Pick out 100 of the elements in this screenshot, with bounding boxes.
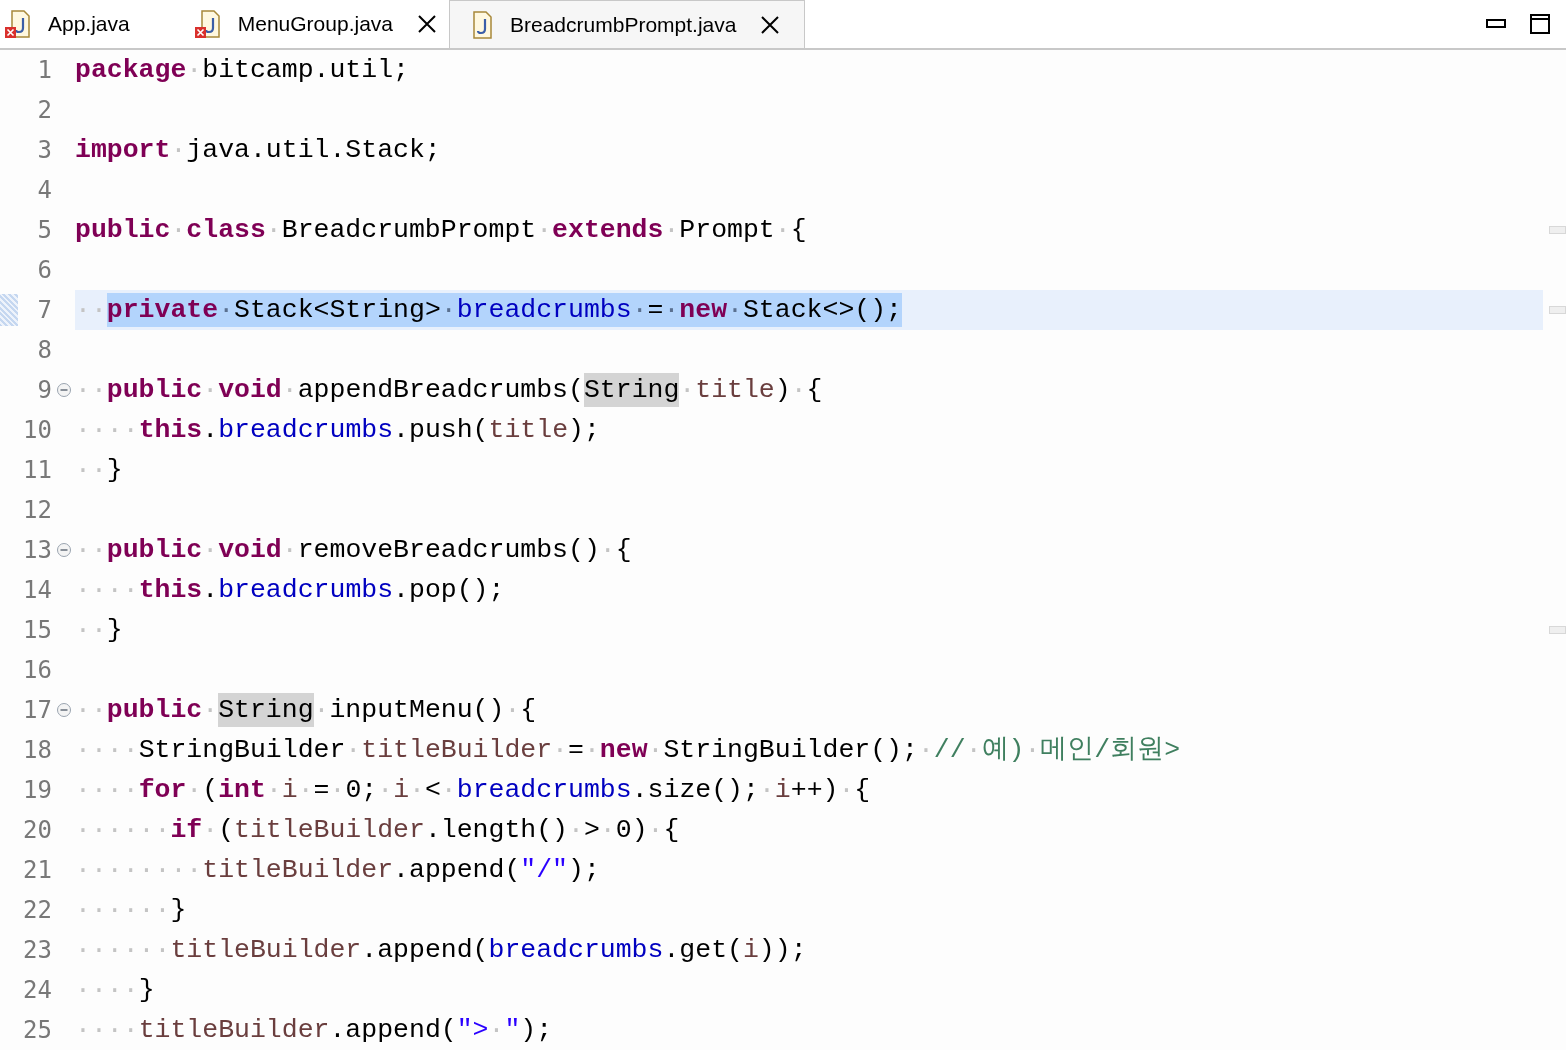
code-text: java.util.Stack; bbox=[186, 134, 441, 167]
keyword-text: public bbox=[106, 694, 203, 727]
keyword-text: import bbox=[75, 134, 171, 167]
field-name-text: breadcrumbs bbox=[218, 414, 394, 447]
line-number: 21 bbox=[23, 858, 52, 882]
line-number: 22 bbox=[23, 898, 52, 922]
string-literal-text: "> bbox=[456, 1014, 489, 1047]
variable-text: titleBuilder bbox=[202, 854, 394, 887]
line-number: 3 bbox=[37, 138, 52, 162]
close-icon[interactable] bbox=[760, 14, 781, 35]
code-text: ( bbox=[202, 774, 219, 807]
variable-text: titleBuilder bbox=[361, 734, 553, 767]
whitespace-marker: · bbox=[265, 214, 282, 247]
variable-text: titleBuilder bbox=[234, 814, 425, 847]
code-text: appendBreadcrumbs( bbox=[297, 374, 584, 407]
whitespace-marker: ···· bbox=[75, 774, 139, 807]
whitespace-marker: · bbox=[679, 374, 696, 407]
line-number: 6 bbox=[37, 258, 52, 282]
code-text: ); bbox=[568, 414, 600, 447]
code-text: String bbox=[218, 693, 314, 727]
collapse-icon[interactable] bbox=[55, 382, 72, 398]
line-number: 8 bbox=[37, 338, 52, 362]
code-text: { bbox=[806, 374, 823, 407]
code-text: Stack<>(); bbox=[742, 293, 902, 327]
code-text: { bbox=[615, 534, 632, 567]
collapse-icon[interactable] bbox=[55, 542, 72, 558]
line-number: 12 bbox=[23, 498, 52, 522]
field-name-text: breadcrumbs bbox=[488, 934, 664, 967]
string-literal-text: "/" bbox=[520, 854, 569, 887]
whitespace-marker: · bbox=[281, 374, 298, 407]
collapse-icon[interactable] bbox=[55, 702, 72, 718]
code-text: } bbox=[170, 894, 187, 927]
code-text: } bbox=[106, 614, 123, 647]
line-number: 16 bbox=[23, 658, 52, 682]
code-text: . bbox=[202, 574, 219, 607]
code-text: < bbox=[424, 774, 441, 807]
whitespace-marker: ······ bbox=[75, 814, 171, 847]
whitespace-marker: ·· bbox=[75, 614, 107, 647]
keyword-text: package bbox=[75, 54, 187, 87]
code-text: > bbox=[583, 814, 600, 847]
whitespace-marker: · bbox=[552, 734, 568, 767]
close-icon[interactable] bbox=[417, 14, 437, 34]
whitespace-marker: · bbox=[377, 774, 394, 807]
code-text: . bbox=[202, 414, 219, 447]
whitespace-marker: · bbox=[281, 534, 298, 567]
keyword-text: public bbox=[75, 214, 171, 247]
whitespace-marker: ···· bbox=[75, 414, 139, 447]
keyword-text: void bbox=[218, 374, 282, 407]
whitespace-marker: ·· bbox=[75, 374, 107, 407]
keyword-text: public bbox=[106, 374, 203, 407]
line-number: 17 bbox=[23, 698, 52, 722]
code-text: = bbox=[568, 734, 584, 767]
code-text: .append( bbox=[329, 1014, 457, 1047]
whitespace-marker: · bbox=[536, 214, 553, 247]
whitespace-marker: · bbox=[838, 774, 855, 807]
variable-text: titleBuilder bbox=[170, 934, 362, 967]
whitespace-marker: ······ bbox=[75, 894, 171, 927]
code-text: String bbox=[583, 373, 680, 407]
maximize-icon[interactable] bbox=[1530, 14, 1550, 34]
whitespace-marker: · bbox=[504, 694, 521, 727]
line-number: 15 bbox=[23, 618, 52, 642]
minimize-icon[interactable] bbox=[1486, 19, 1506, 29]
whitespace-marker: · bbox=[583, 734, 600, 767]
java-file-icon bbox=[4, 9, 32, 39]
whitespace-marker: · bbox=[790, 374, 807, 407]
whitespace-marker: · bbox=[202, 814, 219, 847]
whitespace-marker: · bbox=[663, 293, 680, 327]
keyword-text: extends bbox=[552, 214, 664, 247]
variable-text: i bbox=[774, 774, 791, 807]
code-text: bitcamp.util; bbox=[202, 54, 409, 87]
code-text: ++) bbox=[790, 774, 839, 807]
whitespace-marker: · bbox=[313, 694, 330, 727]
whitespace-marker: ········ bbox=[75, 854, 203, 887]
line-number: 2 bbox=[37, 98, 52, 122]
line-number: 23 bbox=[23, 938, 52, 962]
whitespace-marker: · bbox=[727, 293, 743, 327]
whitespace-marker: · bbox=[170, 214, 187, 247]
code-text: StringBuilder bbox=[138, 734, 346, 767]
code-text: Prompt bbox=[679, 214, 775, 247]
code-text: StringBuilder(); bbox=[663, 734, 918, 767]
field-name-text: breadcrumbs bbox=[218, 574, 394, 607]
code-text: removeBreadcrumbs() bbox=[297, 534, 600, 567]
code-text: } bbox=[106, 454, 123, 487]
whitespace-marker: · bbox=[409, 774, 425, 807]
code-text: { bbox=[520, 694, 537, 727]
whitespace-marker: · bbox=[202, 534, 219, 567]
code-text: Stack<String> bbox=[234, 293, 441, 327]
line-number: 11 bbox=[23, 458, 52, 482]
keyword-text: new bbox=[679, 293, 728, 327]
tab-label: MenuGroup.java bbox=[237, 11, 393, 38]
java-file-icon bbox=[193, 9, 222, 39]
editor-tab[interactable]: BreadcrumbPrompt.java bbox=[449, 0, 806, 48]
variable-text: title bbox=[695, 374, 775, 407]
whitespace-marker: · bbox=[440, 774, 457, 807]
whitespace-marker: · bbox=[1024, 734, 1041, 767]
whitespace-marker: · bbox=[265, 774, 282, 807]
whitespace-marker: · bbox=[488, 1014, 505, 1047]
string-literal-text: " bbox=[504, 1014, 521, 1047]
keyword-text: void bbox=[218, 534, 282, 567]
whitespace-marker: · bbox=[186, 54, 203, 87]
